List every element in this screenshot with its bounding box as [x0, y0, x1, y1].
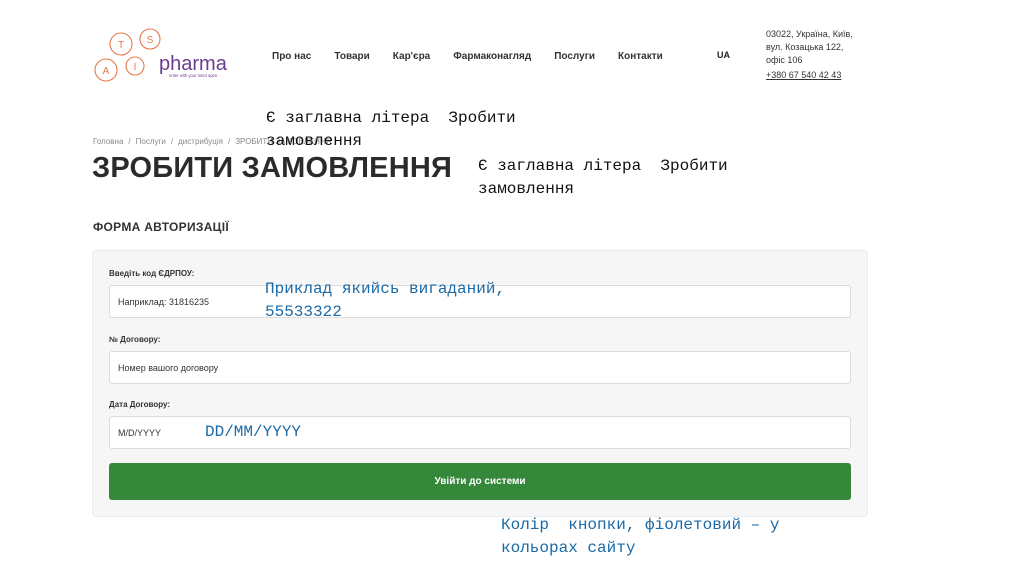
nav-item-about[interactable]: Про нас: [272, 51, 311, 62]
form-heading: ФОРМА АВТОРИЗАЦІЇ: [93, 220, 229, 234]
logo-letter-s: S: [147, 35, 154, 46]
breadcrumb-separator: /: [128, 137, 131, 146]
contract-number-input[interactable]: [109, 351, 851, 384]
contract-date-label: Дата Договору:: [109, 400, 171, 409]
address-line: вул. Козацька 122,: [766, 42, 844, 52]
logo-letter-i: I: [134, 62, 137, 73]
company-address: 03022, Україна, Київ, вул. Козацька 122,…: [766, 28, 876, 67]
breadcrumb-separator: /: [170, 137, 174, 146]
breadcrumb-home[interactable]: Головна: [93, 137, 123, 146]
atis-pharma-logo[interactable]: A T I S pharma enter with your mind open: [93, 26, 238, 86]
phone-link[interactable]: +380 67 540 42 43: [766, 70, 841, 80]
breadcrumb-services[interactable]: Послуги: [136, 137, 166, 146]
annotation-title-capitalization: Є заглавна літера Зробити замовлення: [478, 157, 728, 198]
nav-item-contacts[interactable]: Контакти: [618, 51, 663, 62]
page-title: ЗРОБИТИ ЗАМОВЛЕННЯ: [92, 152, 453, 184]
logo-tagline: enter with your mind open: [169, 73, 218, 78]
logo-letter-a: A: [103, 66, 110, 77]
breadcrumb-separator: /: [227, 137, 231, 146]
contract-number-label: № Договору:: [109, 335, 161, 344]
address-line: офіс 106: [766, 55, 803, 65]
annotation-breadcrumb-capitalization: Є заглавна літера Зробити замовлення: [266, 109, 516, 150]
login-submit-button[interactable]: Увійти до системи: [109, 463, 851, 500]
logo-letter-t: T: [118, 40, 124, 51]
annotation-button-color: Колір кнопки, фіолетовий – у кольорах са…: [501, 516, 780, 557]
annotation-edrpou-example: Приклад якийсь вигаданий, 55533322: [265, 280, 506, 321]
edrpou-label: Введіть код ЄДРПОУ:: [109, 269, 195, 278]
nav-item-services[interactable]: Послуги: [554, 51, 595, 62]
address-line: 03022, Україна, Київ,: [766, 29, 853, 39]
main-nav: Про нас Товари Кар'єра Фармаконагляд Пос…: [272, 51, 686, 62]
logo-brand-text: pharma: [159, 53, 228, 75]
nav-item-products[interactable]: Товари: [334, 51, 369, 62]
annotation-date-format: DD/MM/YYYY: [205, 423, 302, 441]
nav-item-pharmacovigilance[interactable]: Фармаконагляд: [453, 51, 531, 62]
nav-item-career[interactable]: Кар'єра: [393, 51, 430, 62]
breadcrumb-distribution[interactable]: дистрибуція: [178, 137, 223, 146]
language-switcher[interactable]: UA: [717, 50, 730, 60]
